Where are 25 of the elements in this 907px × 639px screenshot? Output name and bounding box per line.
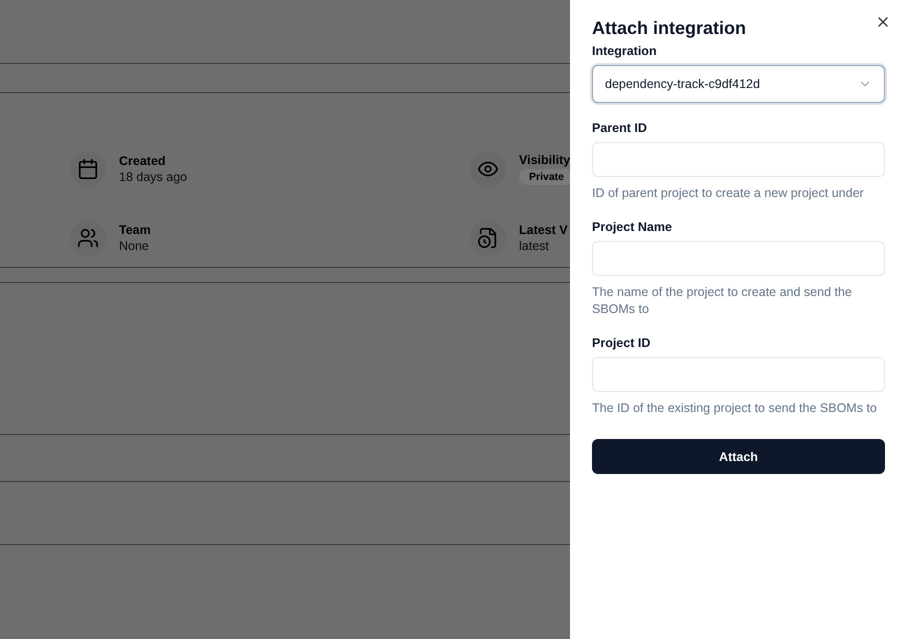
file-clock-icon [470, 220, 506, 256]
help-text: The name of the project to create and send the SBOMs to [592, 284, 853, 318]
users-icon [70, 220, 106, 256]
help-text: ID of parent project to create a new project under [592, 185, 865, 202]
field-label: Integration [592, 44, 658, 58]
input-field[interactable] [592, 142, 885, 177]
visibility-badge: Private [519, 168, 570, 185]
detail-label: Visibility [519, 152, 570, 167]
attach-button[interactable]: Attach [592, 439, 885, 474]
field-label: Parent ID [592, 121, 648, 135]
detail-value: 18 days ago [119, 170, 188, 184]
help-text: The ID of the existing project to send the SBOMs to [592, 400, 878, 417]
field-label: Project Name [592, 220, 673, 234]
detail-label: Latest V [519, 223, 568, 238]
input-field[interactable] [592, 357, 885, 392]
detail-label: Created [119, 154, 167, 168]
detail-label: Team [119, 223, 151, 238]
detail-value: None [119, 239, 150, 254]
detail-value: latest [519, 239, 550, 254]
eye-icon [470, 150, 506, 187]
field-label: Project ID [592, 336, 652, 350]
calendar-icon [70, 150, 106, 187]
sheet-title: Attach integration [592, 18, 748, 39]
integration-select[interactable]: dependency-track-c9df412d [592, 65, 885, 103]
input-field[interactable] [592, 241, 885, 276]
